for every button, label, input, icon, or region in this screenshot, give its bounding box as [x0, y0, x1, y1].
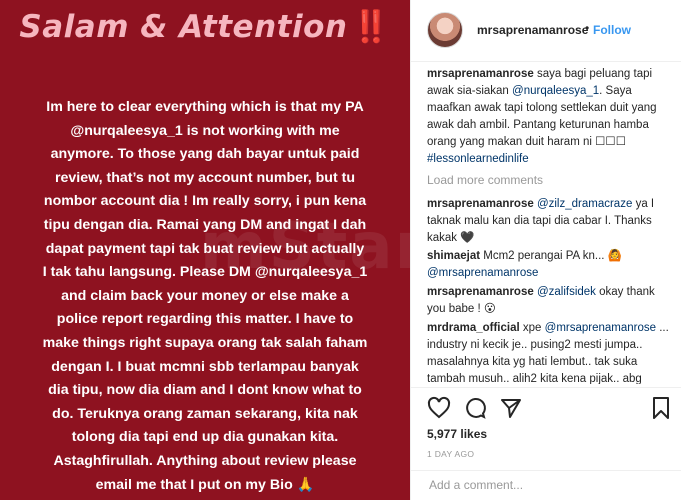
comment-bar: [411, 470, 681, 500]
header-separator: •: [585, 21, 590, 35]
story-title-text: Salam & Attention: [19, 9, 348, 45]
double-exclamation-icon: ‼️: [351, 9, 391, 45]
comment-mention[interactable]: @mrsaprenamanrose: [545, 322, 656, 334]
comment-icon[interactable]: [463, 396, 487, 420]
story-title: Salam & Attention ‼️: [0, 8, 410, 45]
caption-hashtag[interactable]: #lessonlearnedinlife: [427, 153, 529, 165]
divider: [411, 387, 681, 388]
share-icon[interactable]: [499, 396, 523, 420]
list-item: mrsaprenamanrose @zilz_dramacraze ya I t…: [427, 196, 673, 247]
likes-count[interactable]: 5,977 likes: [427, 427, 487, 441]
comment-username[interactable]: shimaejat: [427, 250, 480, 262]
list-item: shimaejat Mcm2 perangai PA kn... 🙆 @mrsa…: [427, 248, 673, 282]
caption-username[interactable]: mrsaprenamanrose: [427, 68, 534, 80]
comment-mention[interactable]: @mrsaprenamanrose: [427, 267, 538, 279]
post-panel: mrsaprenamanrose • Follow mrsaprenamanro…: [410, 0, 681, 500]
comment-text-before: xpe: [522, 322, 542, 334]
comment-username[interactable]: mrsaprenamanrose: [427, 198, 534, 210]
bookmark-icon[interactable]: [649, 396, 673, 420]
comment-mention[interactable]: @zalifsidek: [537, 286, 596, 298]
timestamp: 1 DAY AGO: [427, 449, 475, 459]
story-body-text: Im here to clear everything which is tha…: [42, 99, 368, 493]
story-image: mStar Salam & Attention ‼️ Im here to cle…: [0, 0, 410, 500]
caption: mrsaprenamanrose saya bagi peluang tapi …: [427, 66, 673, 168]
comment-input[interactable]: [427, 477, 661, 493]
list-item: mrdrama_official xpe @mrsaprenamanrose .…: [427, 320, 673, 384]
header-username[interactable]: mrsaprenamanrose: [477, 23, 588, 37]
comment-mention[interactable]: @zilz_dramacraze: [537, 198, 632, 210]
load-more-comments[interactable]: Load more comments: [427, 172, 673, 189]
heart-icon[interactable]: [427, 396, 451, 420]
action-bar: [427, 396, 673, 422]
comment-text: Mcm2 perangai PA kn... 🙆: [483, 250, 623, 262]
post-header: mrsaprenamanrose • Follow: [411, 0, 681, 62]
avatar[interactable]: [427, 12, 463, 48]
follow-button[interactable]: Follow: [593, 23, 631, 37]
comment-username[interactable]: mrdrama_official: [427, 322, 520, 334]
comment-username[interactable]: mrsaprenamanrose: [427, 286, 534, 298]
caption-mention[interactable]: @nurqaleesya_1: [512, 85, 599, 97]
list-item: mrsaprenamanrose @zalifsidek okay thank …: [427, 284, 673, 318]
